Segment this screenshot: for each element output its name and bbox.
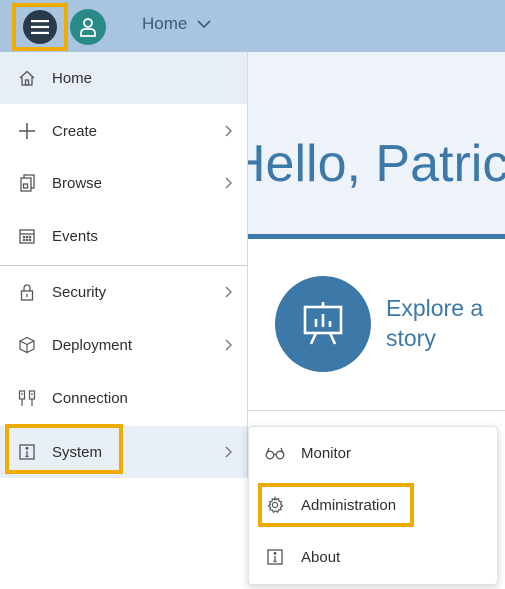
chevron-right-icon	[225, 125, 232, 137]
submenu-item-about[interactable]: About	[249, 532, 495, 582]
plus-icon	[17, 121, 37, 141]
chevron-right-icon	[225, 177, 232, 189]
info-icon	[17, 442, 37, 462]
chevron-down-icon	[197, 20, 211, 28]
glasses-icon	[265, 443, 285, 463]
menu-item-label: Connection	[52, 389, 128, 407]
side-navigation-menu: Home Create Browse Events Security Deplo…	[0, 52, 248, 478]
user-icon[interactable]	[70, 9, 106, 45]
menu-item-browse[interactable]: Browse	[0, 157, 247, 209]
content-divider	[248, 410, 505, 411]
menu-item-events[interactable]: Events	[0, 210, 247, 262]
chevron-right-icon	[225, 446, 232, 458]
menu-item-system[interactable]: System	[0, 426, 247, 478]
home-dropdown[interactable]: Home	[142, 14, 211, 34]
greeting-text: Hello, Patric	[248, 135, 505, 193]
presentation-chart-icon[interactable]	[275, 276, 371, 372]
menu-item-label: Security	[52, 283, 107, 301]
submenu-item-label: Monitor	[301, 444, 352, 462]
connection-icon	[17, 388, 37, 408]
menu-item-connection[interactable]: Connection	[0, 372, 247, 424]
submenu-item-label: Administration	[301, 496, 397, 514]
menu-item-label: Home	[52, 69, 93, 87]
menu-item-home[interactable]: Home	[0, 52, 247, 104]
home-icon	[17, 68, 37, 88]
lock-icon	[17, 282, 37, 302]
browse-icon	[17, 173, 37, 193]
submenu-item-label: About	[301, 548, 341, 566]
menu-item-label: System	[52, 443, 103, 461]
info-icon	[265, 547, 285, 567]
explore-story-link[interactable]: Explore a story	[386, 293, 505, 353]
menu-item-security[interactable]: Security	[0, 266, 247, 318]
menu-item-label: Browse	[52, 174, 103, 192]
home-dropdown-label: Home	[142, 14, 188, 33]
hamburger-icon	[23, 10, 57, 44]
menu-button[interactable]	[12, 3, 68, 51]
chevron-right-icon	[225, 339, 232, 351]
menu-item-label: Events	[52, 227, 98, 245]
menu-item-create[interactable]: Create	[0, 105, 247, 157]
shell-bar: Home	[0, 0, 505, 52]
menu-item-label: Create	[52, 122, 98, 140]
submenu-item-administration[interactable]: Administration	[249, 480, 495, 530]
menu-item-label: Deployment	[52, 336, 133, 354]
calendar-icon	[17, 226, 37, 246]
welcome-banner: Hello, Patric	[248, 52, 505, 234]
submenu-item-monitor[interactable]: Monitor	[249, 428, 495, 478]
banner-underline	[248, 234, 505, 239]
chevron-right-icon	[225, 286, 232, 298]
cube-icon	[17, 335, 37, 355]
gear-icon	[265, 495, 285, 515]
system-submenu: Monitor Administration About	[248, 426, 498, 585]
menu-item-deployment[interactable]: Deployment	[0, 319, 247, 371]
